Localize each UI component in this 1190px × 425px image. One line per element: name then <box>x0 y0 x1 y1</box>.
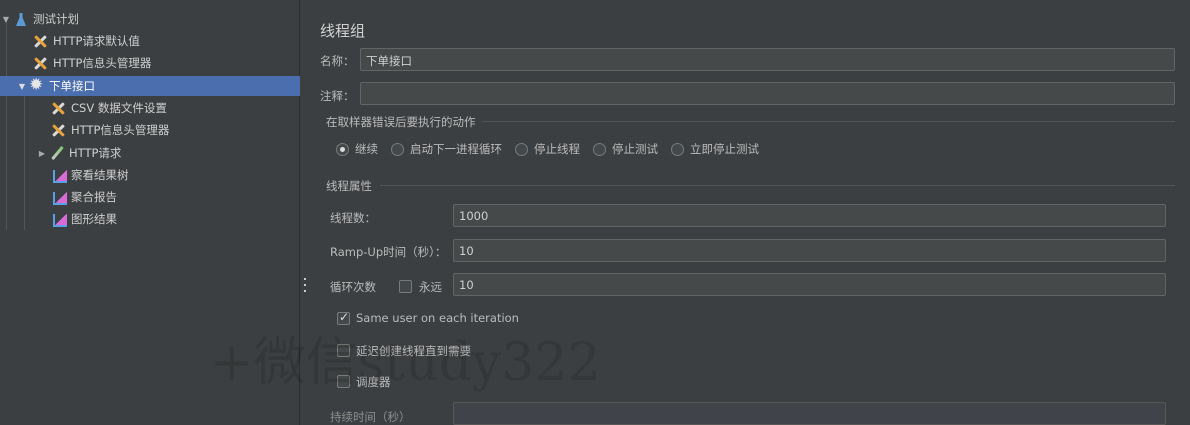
forever-label: 永远 <box>419 280 442 294</box>
radio-selected-icon[interactable] <box>336 142 349 156</box>
scheduler-label: 调度器 <box>356 375 391 389</box>
radio-continue[interactable]: 继续 <box>336 141 378 157</box>
tool-icon <box>50 122 68 138</box>
thread-group-panel: 线程组 名称： 下单接口 注释： 在取样器错误后要执行的动作 继续 启动下一进程… <box>308 0 1190 425</box>
tree-item-http-defaults[interactable]: HTTP请求默认值 <box>0 31 300 51</box>
thread-count-field[interactable]: 1000 <box>453 204 1166 227</box>
group-divider <box>380 185 1175 186</box>
chart-icon <box>50 167 68 183</box>
name-field[interactable]: 下单接口 <box>360 48 1175 71</box>
radio-icon[interactable] <box>593 142 606 156</box>
radio-stop-test[interactable]: 停止测试 <box>593 141 658 157</box>
tree-item-view-results-tree[interactable]: 察看结果树 <box>0 165 300 185</box>
duration-field[interactable] <box>453 402 1166 425</box>
thread-count-label: 线程数： <box>330 211 376 225</box>
gear-icon <box>28 75 46 95</box>
comment-label: 注释： <box>320 89 355 103</box>
expand-arrow-icon[interactable]: ▼ <box>0 15 12 24</box>
radio-icon[interactable] <box>515 142 528 156</box>
same-user-label: Same user on each iteration <box>356 311 519 325</box>
expand-arrow-icon[interactable]: ▼ <box>16 82 28 91</box>
tree-item-csv-data-set[interactable]: CSV 数据文件设置 <box>0 98 300 118</box>
loop-count-label: 循环次数 <box>330 280 376 294</box>
radio-label: 继续 <box>355 142 378 156</box>
chart-icon <box>50 189 68 205</box>
test-plan-tree[interactable]: ▼ 测试计划 HTTP请求默认值 HTTP信息头管理器 ▼ 下单接口 CSV 数… <box>0 0 300 425</box>
tool-icon <box>50 100 68 116</box>
group-title-text: 在取样器错误后要执行的动作 <box>326 115 476 129</box>
tree-item-thread-group[interactable]: ▼ 下单接口 <box>0 75 300 96</box>
scheduler-checkbox[interactable] <box>337 375 350 388</box>
radio-icon[interactable] <box>391 142 404 156</box>
rampup-field[interactable]: 10 <box>453 239 1166 262</box>
tree-item-label: HTTP信息头管理器 <box>71 123 170 137</box>
tool-icon <box>32 33 50 49</box>
tree-item-label: HTTP信息头管理器 <box>53 56 152 70</box>
tree-item-label: HTTP请求 <box>69 146 122 160</box>
page-title: 线程组 <box>320 22 366 40</box>
tool-icon <box>32 55 50 71</box>
tree-item-label: 测试计划 <box>33 12 79 26</box>
radio-stop-test-now[interactable]: 立即停止测试 <box>671 141 759 157</box>
tree-item-graph-results[interactable]: 图形结果 <box>0 209 300 229</box>
same-user-checkbox[interactable] <box>337 310 350 325</box>
tree-item-label: HTTP请求默认值 <box>53 34 140 48</box>
radio-label: 停止线程 <box>534 142 580 156</box>
radio-label: 立即停止测试 <box>690 142 759 156</box>
tree-item-test-plan[interactable]: ▼ 测试计划 <box>0 9 300 29</box>
splitter-handle[interactable] <box>303 278 307 292</box>
tree-item-label: 下单接口 <box>49 79 95 93</box>
tree-item-http-header-manager[interactable]: HTTP信息头管理器 <box>0 120 300 140</box>
error-action-radio-group: 继续 启动下一进程循环 停止线程 停止测试 立即停止测试 <box>336 141 772 157</box>
tree-item-http-request[interactable]: ▶ HTTP请求 <box>0 143 300 163</box>
tree-item-aggregate-report[interactable]: 聚合报告 <box>0 187 300 207</box>
tree-item-label: 察看结果树 <box>71 168 129 182</box>
sampler-icon <box>48 145 66 161</box>
delay-thread-creation-label: 延迟创建线程直到需要 <box>356 344 471 358</box>
thread-props-group-title: 线程属性 <box>326 178 372 194</box>
group-divider <box>482 121 1175 122</box>
collapse-arrow-icon[interactable]: ▶ <box>36 149 48 158</box>
delay-thread-creation-checkbox[interactable] <box>337 344 350 357</box>
tree-item-label: 图形结果 <box>71 212 117 226</box>
tree-item-http-header-manager[interactable]: HTTP信息头管理器 <box>0 53 300 73</box>
loop-count-field[interactable]: 10 <box>453 273 1166 296</box>
forever-checkbox[interactable] <box>399 280 412 293</box>
rampup-label: Ramp-Up时间（秒）： <box>330 245 447 259</box>
tree-item-label: CSV 数据文件设置 <box>71 101 167 115</box>
radio-stop-thread[interactable]: 停止线程 <box>515 141 580 157</box>
radio-start-next-loop[interactable]: 启动下一进程循环 <box>391 141 502 157</box>
group-title-text: 线程属性 <box>326 179 372 193</box>
radio-label: 启动下一进程循环 <box>410 142 502 156</box>
tree-item-label: 聚合报告 <box>71 190 117 204</box>
duration-label: 持续时间（秒） <box>330 410 411 424</box>
comment-field[interactable] <box>360 82 1175 105</box>
flask-icon <box>12 11 30 27</box>
name-label: 名称： <box>320 54 355 68</box>
error-action-group-title: 在取样器错误后要执行的动作 <box>326 114 476 130</box>
radio-icon[interactable] <box>671 142 684 156</box>
radio-label: 停止测试 <box>612 142 658 156</box>
chart-icon <box>50 211 68 227</box>
